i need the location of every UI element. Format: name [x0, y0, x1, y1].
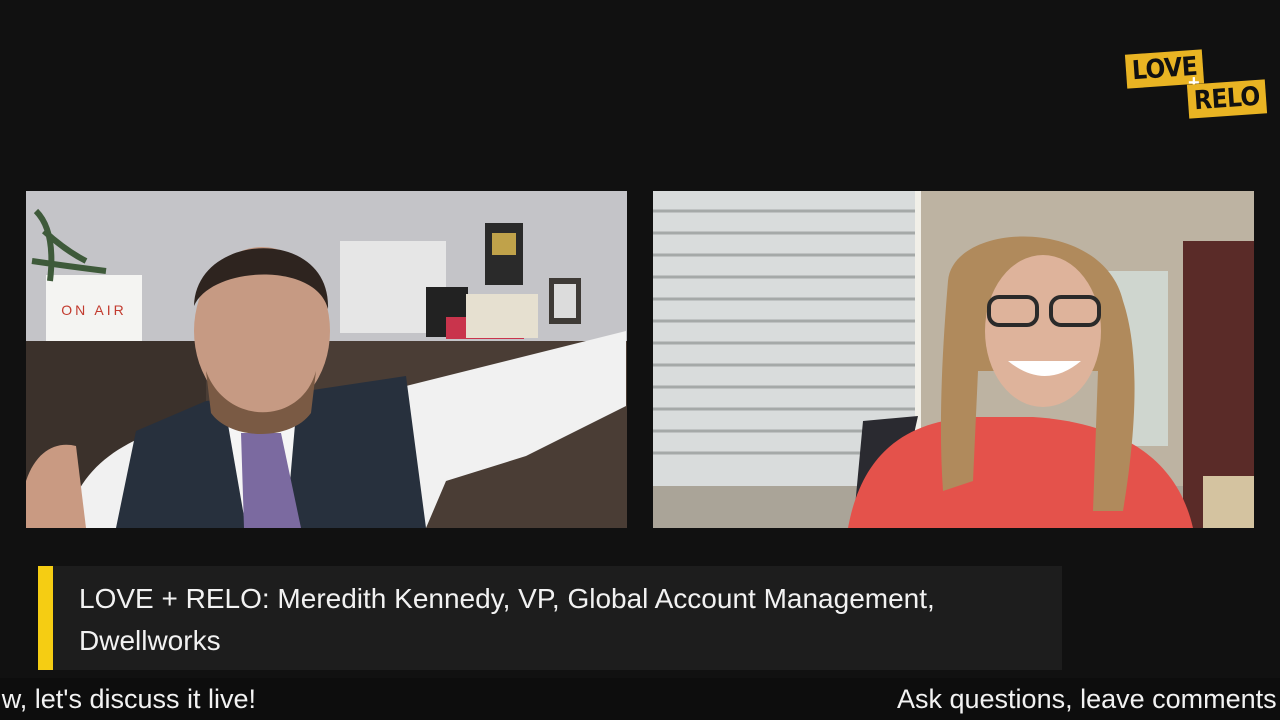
participant-1-scene: ON AIR [26, 191, 627, 528]
participant-video-1[interactable]: ON AIR [26, 191, 627, 528]
lower-third-title: LOVE + RELO: Meredith Kennedy, VP, Globa… [79, 583, 935, 656]
lower-third-caption: LOVE + RELO: Meredith Kennedy, VP, Globa… [38, 566, 1062, 670]
ticker-text-right: Ask questions, leave comments [897, 684, 1277, 714]
participant-2-scene [653, 191, 1254, 528]
lower-third-accent-bar [38, 566, 53, 670]
ticker-text-left: w, let's discuss it live! [1, 684, 256, 714]
love-relo-logo: LOVE + RELO [1124, 48, 1270, 120]
participant-video-2[interactable] [653, 191, 1254, 528]
news-ticker: w, let's discuss it live! Ask questions,… [0, 678, 1280, 720]
logo-line-2: RELO [1186, 79, 1267, 119]
on-air-text: ON AIR [61, 302, 126, 318]
